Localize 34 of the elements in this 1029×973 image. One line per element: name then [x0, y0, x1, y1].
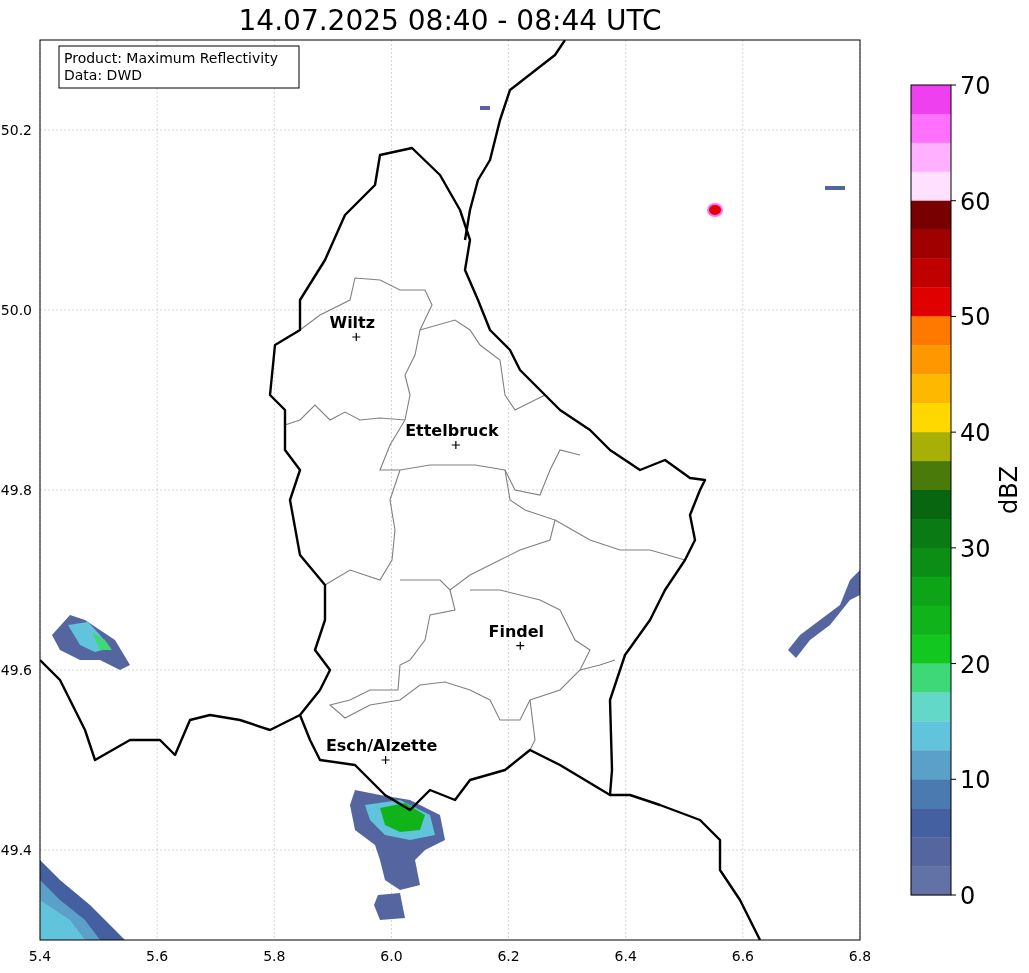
x-tick-label: 6.4: [614, 948, 637, 964]
x-tick-label: 6.8: [848, 948, 870, 964]
colorbar-tick-label: 60: [960, 187, 991, 216]
info-text: Product: Maximum Reflectivity: [64, 50, 278, 66]
y-tick-label: 49.4: [0, 842, 32, 858]
colorbar-tick-label: 40: [960, 419, 991, 448]
city-label: Esch/Alzette: [325, 736, 438, 755]
colorbar-tick-label: 10: [960, 766, 991, 795]
x-tick-label: 5.6: [146, 948, 169, 964]
colorbar-tick-label: 20: [960, 650, 991, 679]
city-marker-icon: [515, 641, 525, 651]
colorbar-tick-label: 30: [960, 534, 991, 563]
colorbar-tick-label: 0: [960, 882, 976, 910]
y-tick-label: 50.0: [0, 302, 32, 318]
x-tick-label: 5.8: [263, 948, 286, 964]
colorbar-label: dBZ: [995, 465, 1023, 515]
city-marker-icon: [451, 440, 461, 450]
chart-title: 14.07.2025 08:40 - 08:44 UTC: [238, 4, 662, 37]
x-tick-label: 6.2: [497, 948, 520, 964]
y-tick-label: 49.6: [0, 662, 32, 678]
city-marker-icon: [351, 332, 361, 342]
city-label: Wiltz: [329, 313, 376, 332]
x-tick-label: 5.4: [28, 948, 52, 964]
y-tick-label: 49.8: [0, 482, 32, 498]
city-label: Findel: [488, 621, 545, 641]
radar-echo: [707, 203, 723, 217]
x-tick-label: 6.0: [380, 948, 403, 964]
y-tick-label: 50.2: [0, 122, 32, 138]
x-tick-label: 6.6: [731, 948, 754, 964]
city-label: Ettelbruck: [405, 421, 499, 440]
colorbar-tick-label: 50: [960, 303, 991, 332]
colorbar-tick-label: 70: [960, 72, 991, 100]
info-text: Data: DWD: [64, 67, 142, 83]
city-marker-icon: [380, 755, 391, 765]
